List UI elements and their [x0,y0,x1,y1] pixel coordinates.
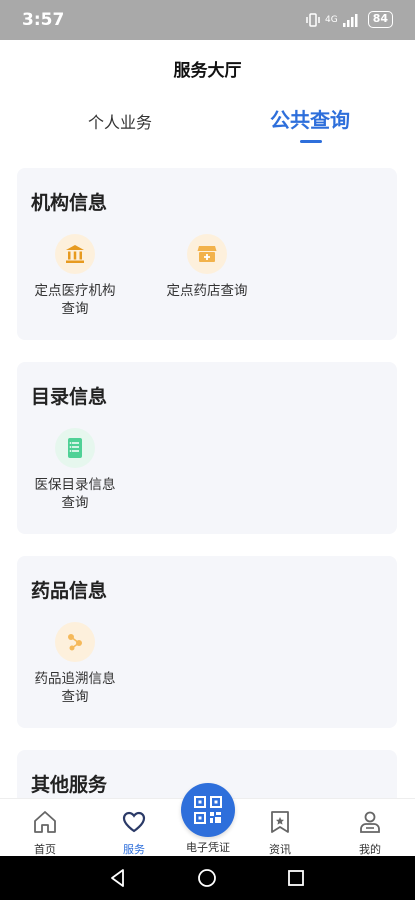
electronic-credential-button[interactable] [181,783,235,837]
system-navigation-bar [0,856,415,900]
back-icon[interactable] [108,868,128,888]
status-time: 3:57 [22,10,65,30]
credential-label: 电子凭证 [186,841,230,854]
tabbar-news[interactable]: 资讯 [245,809,315,857]
service-catalog-query[interactable]: 医保目录信息 查询 [25,428,125,512]
qr-code-icon [194,796,222,824]
card-institution-info: 机构信息 定点医疗机构 查询 定点药店查询 [17,168,397,340]
tabbar-mine[interactable]: 我的 [335,809,405,857]
page-title: 服务大厅 [173,61,242,81]
list-icon [55,428,95,468]
service-label: 医保目录信息 查询 [34,477,116,511]
card-title: 目录信息 [31,386,108,408]
card-catalog-info: 目录信息 医保目录信息 查询 [17,362,397,534]
home-circle-icon[interactable] [197,868,217,888]
vibrate-icon [306,12,320,27]
heart-icon [122,811,146,833]
recents-icon[interactable] [286,868,306,888]
service-label: 药品追溯信息 查询 [34,671,116,705]
battery-indicator: 84 [367,11,393,28]
bank-icon [55,234,95,274]
store-icon [187,234,227,274]
tab-public-query[interactable]: 公共查询 [250,104,370,133]
card-title: 机构信息 [31,192,108,214]
tabbar-home[interactable]: 首页 [10,809,80,857]
service-label: 定点药店查询 [166,283,248,299]
service-pharmacy-query[interactable]: 定点药店查询 [157,234,257,300]
service-drug-trace-query[interactable]: 药品追溯信息 查询 [25,622,125,706]
user-icon [360,811,380,833]
card-drug-info: 药品信息 药品追溯信息 查询 [17,556,397,728]
tab-personal-business[interactable]: 个人业务 [60,109,180,133]
trace-icon [55,622,95,662]
active-tab-indicator [300,140,322,143]
home-icon [34,811,56,833]
status-icons: 4G 84 [305,11,393,28]
status-bar: 3:57 4G 84 [0,0,415,40]
service-medical-institution-query[interactable]: 定点医疗机构 查询 [25,234,125,318]
tabbar-service[interactable]: 服务 [99,809,169,857]
bookmark-star-icon [271,811,289,833]
card-title: 药品信息 [31,580,108,602]
service-label: 定点医疗机构 查询 [34,283,116,317]
signal-icon [342,13,358,27]
network-label: 4G [324,14,338,25]
card-title: 其他服务 [31,774,108,796]
